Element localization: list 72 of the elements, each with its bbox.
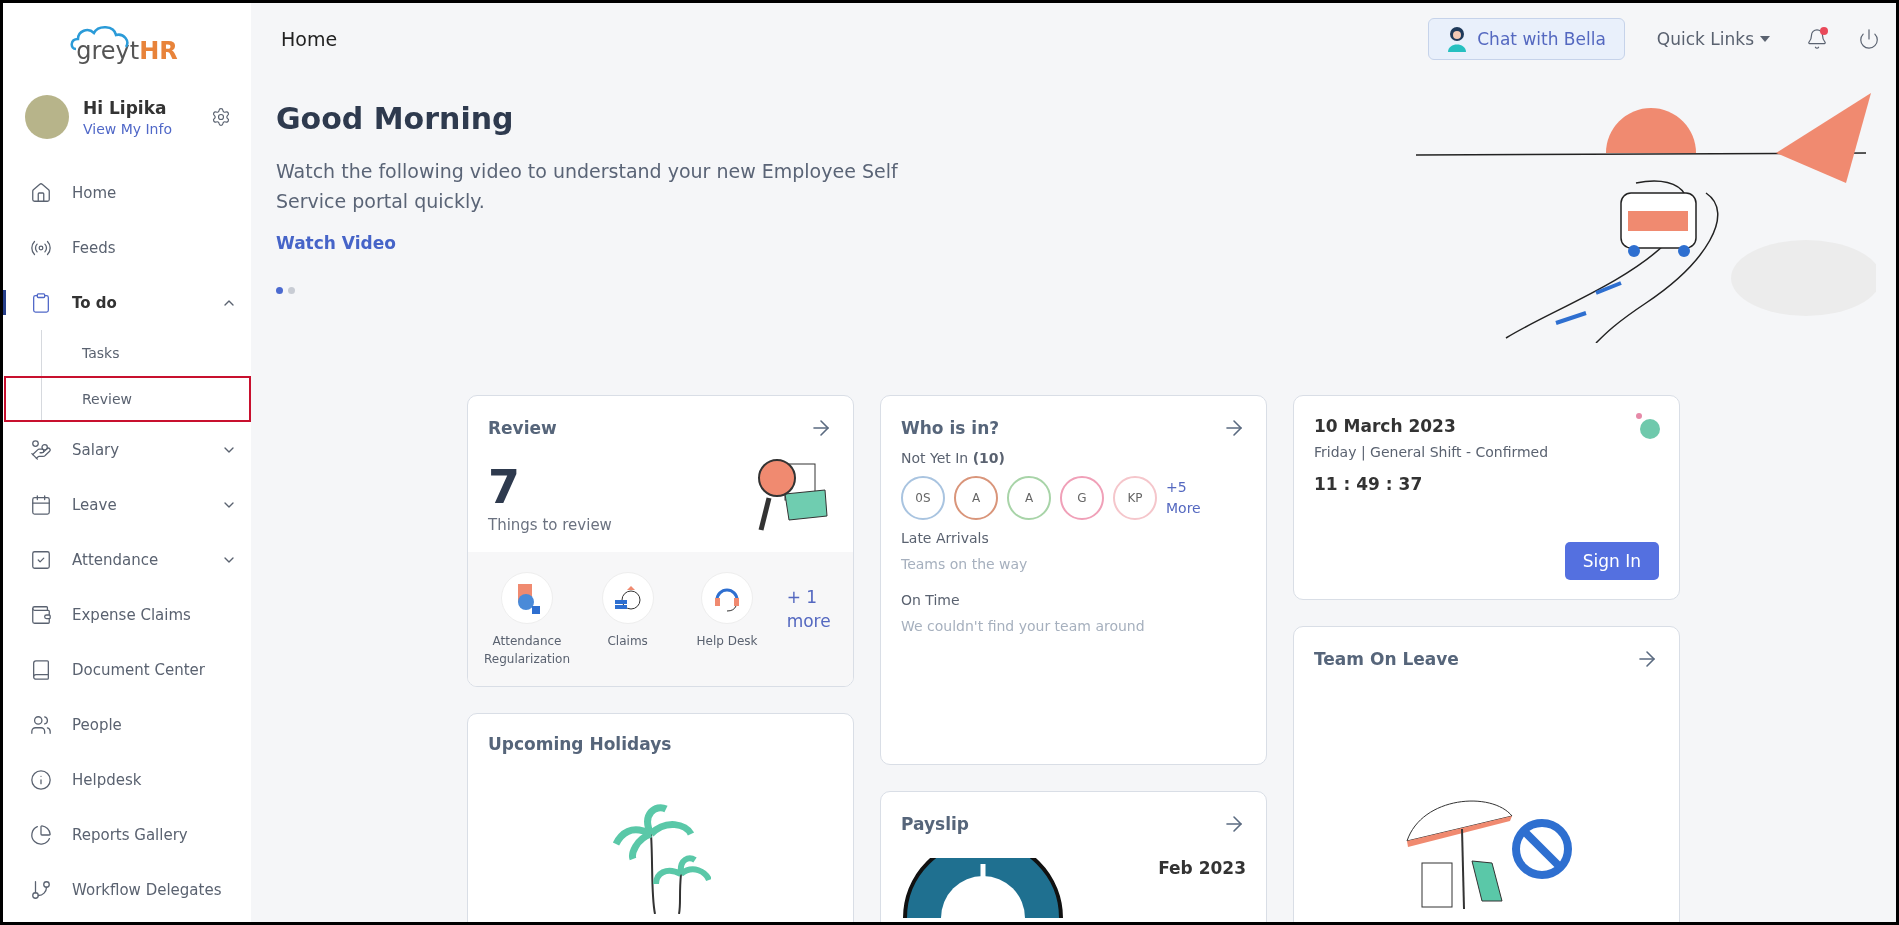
clock-time: 11 : 49 : 37 bbox=[1314, 474, 1424, 494]
payslip-month: Feb 2023 bbox=[1158, 858, 1246, 878]
bell-icon bbox=[1806, 28, 1828, 50]
submenu-item[interactable]: Tasks bbox=[4, 330, 251, 376]
nav-item[interactable]: Document Center bbox=[3, 642, 251, 697]
section-heading: On Time bbox=[901, 592, 961, 608]
avatar-photo-placeholder bbox=[25, 95, 69, 139]
card-title: Payslip bbox=[901, 814, 969, 834]
info-icon bbox=[30, 768, 52, 791]
logo-text: greyt bbox=[76, 37, 140, 65]
nav-item[interactable]: Reports Gallery bbox=[3, 807, 251, 862]
section-heading: Late Arrivals bbox=[901, 530, 990, 546]
nav-item[interactable]: Workflow Delegates bbox=[3, 862, 251, 917]
card-title: Team On Leave bbox=[1314, 649, 1459, 669]
view-info-link[interactable]: View My Info bbox=[83, 120, 197, 137]
shortcut-label: Attendance Regularization bbox=[484, 633, 570, 668]
home-icon bbox=[30, 181, 52, 204]
woman-avatar-icon bbox=[1447, 26, 1468, 52]
pie-chart-icon bbox=[30, 823, 52, 846]
chat-button[interactable]: Chat with Bella bbox=[1428, 18, 1625, 60]
nav-item[interactable]: Attendance bbox=[3, 532, 251, 587]
shortcut-label: Help Desk bbox=[696, 633, 758, 650]
wallet-icon bbox=[30, 603, 52, 626]
banner-text: Watch the following video to understand your new Employee Self Service portal quickly. bbox=[276, 159, 899, 215]
initials-avatar: G bbox=[1060, 476, 1104, 520]
watch-video-link[interactable]: Watch Video bbox=[276, 232, 916, 253]
page-title: Home bbox=[281, 28, 339, 50]
nav-item[interactable]: People bbox=[3, 697, 251, 752]
sign-in-button[interactable]: Sign In bbox=[1564, 542, 1659, 580]
logo-text: HR bbox=[139, 37, 178, 65]
book-icon bbox=[30, 658, 52, 681]
quick-links-dropdown[interactable]: Quick Links bbox=[1646, 29, 1780, 49]
shift-text: Friday | General Shift - Confirmed bbox=[1314, 444, 1550, 460]
initials-avatar: KP bbox=[1113, 476, 1157, 520]
settings-icon[interactable] bbox=[211, 107, 231, 127]
more-link[interactable]: +5 More bbox=[1166, 477, 1210, 519]
nav-item[interactable]: Leave bbox=[3, 477, 251, 532]
branch-icon bbox=[30, 878, 52, 901]
nav-item[interactable]: Feeds bbox=[3, 220, 251, 275]
initials-avatar: A bbox=[954, 476, 998, 520]
empty-state-text: We couldn't find your team around bbox=[901, 618, 1146, 634]
submenu-item[interactable]: Review bbox=[4, 376, 251, 422]
caret-icon bbox=[1760, 36, 1770, 42]
shortcut-label: Claims bbox=[607, 633, 648, 650]
card-title: Who is in? bbox=[901, 418, 1000, 438]
more-link[interactable]: + 1 more bbox=[786, 586, 835, 634]
nav-item[interactable]: Home bbox=[3, 165, 251, 220]
power-icon bbox=[1858, 28, 1880, 50]
review-count: 7 bbox=[488, 464, 521, 510]
carousel-dot[interactable] bbox=[288, 286, 295, 294]
initials-avatar: 0S bbox=[901, 476, 945, 520]
nav-item[interactable]: To do bbox=[3, 275, 251, 330]
nav-item[interactable]: Salary bbox=[3, 422, 251, 477]
nav-item[interactable]: Expense Claims bbox=[3, 587, 251, 642]
checkbox-icon bbox=[30, 548, 52, 571]
calendar-icon bbox=[30, 493, 52, 516]
greeting-title: Good Morning bbox=[276, 101, 515, 136]
initials-avatar: A bbox=[1007, 476, 1051, 520]
card-title: Review bbox=[488, 418, 557, 438]
clipboard-icon bbox=[30, 291, 52, 314]
attendance-date: 10 March 2023 bbox=[1314, 416, 1456, 436]
nav-item[interactable]: Helpdesk bbox=[3, 752, 251, 807]
user-greeting: Hi Lipika bbox=[83, 97, 168, 118]
shortcut-button[interactable] bbox=[501, 572, 553, 624]
status-dots-icon bbox=[1635, 412, 1661, 442]
review-caption: Things to review bbox=[488, 516, 612, 534]
card-title: Upcoming Holidays bbox=[488, 734, 672, 754]
users-icon bbox=[30, 713, 52, 736]
carousel-dot[interactable] bbox=[276, 286, 283, 294]
hand-coins-icon bbox=[30, 438, 52, 461]
empty-state-text: Teams on the way bbox=[901, 556, 1029, 572]
not-yet-in-label: Not Yet In (10) bbox=[901, 450, 1006, 466]
